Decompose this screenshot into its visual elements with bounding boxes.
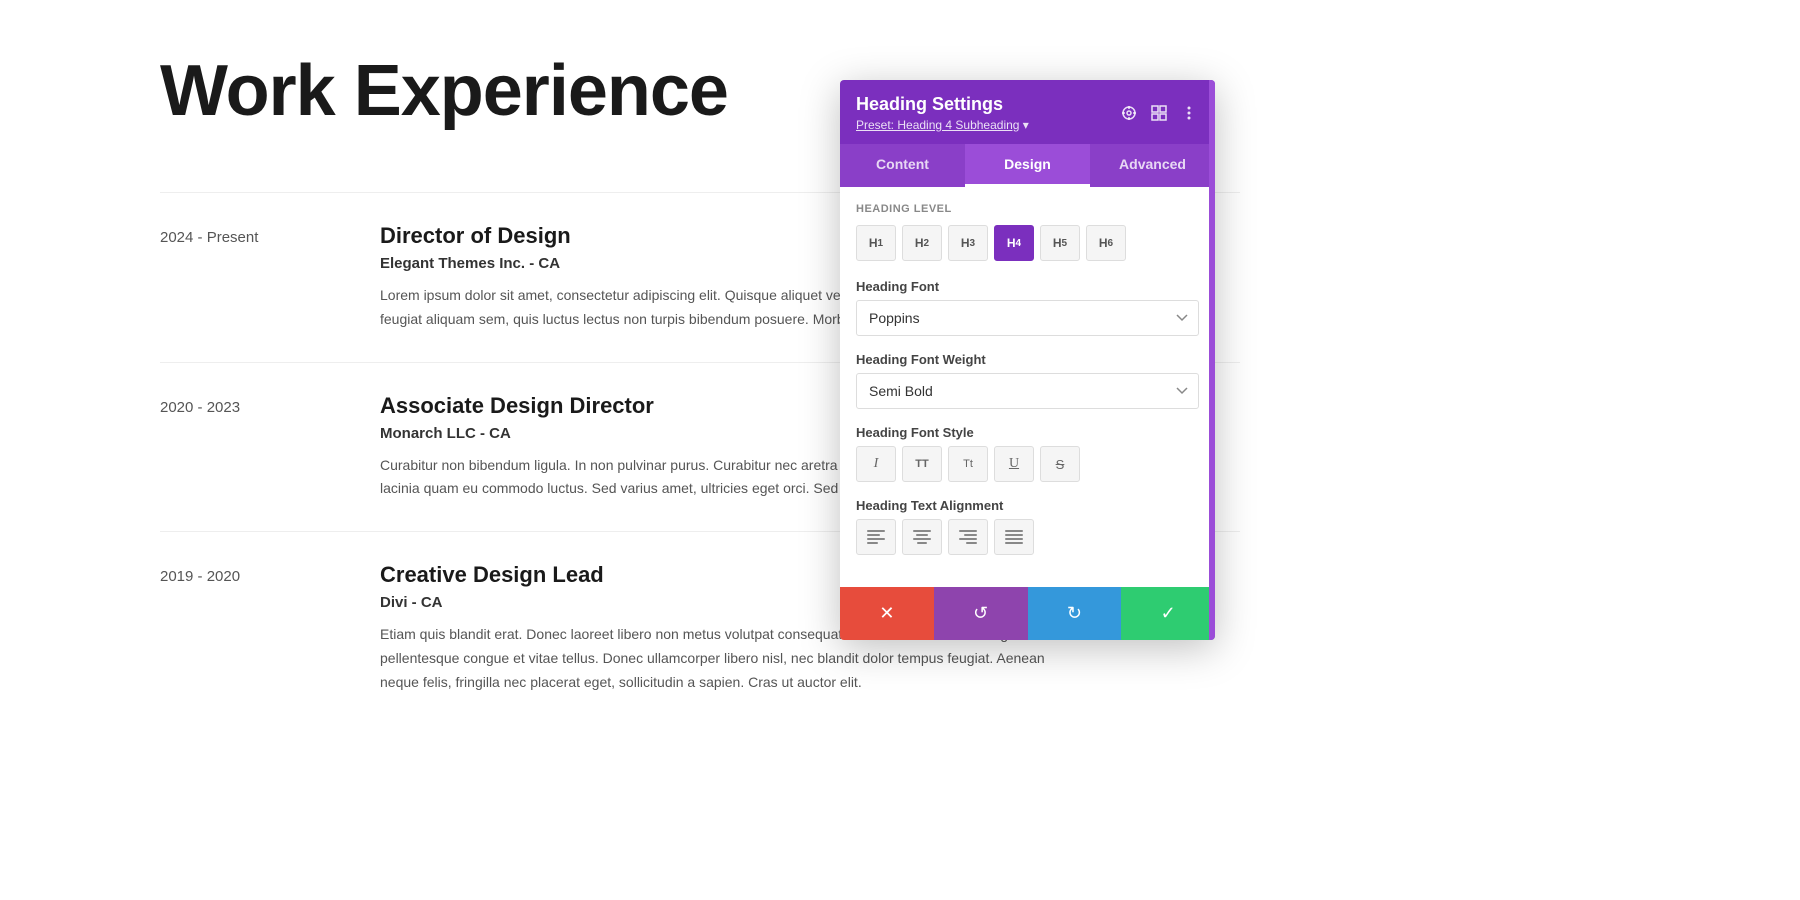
panel-actions: ✕ ↺ ↻ ✓ (840, 587, 1215, 640)
align-buttons-row (856, 519, 1199, 555)
redo-button[interactable]: ↻ (1028, 587, 1122, 640)
heading-level-h4[interactable]: H4 (994, 225, 1034, 261)
more-options-icon[interactable] (1179, 103, 1199, 123)
panel-header-actions (1119, 103, 1199, 123)
style-btn-uppercase[interactable]: Tt (948, 446, 988, 482)
heading-font-weight-label: Heading Font Weight (856, 352, 1199, 367)
panel-preset: Preset: Heading 4 Subheading ▾ (856, 118, 1029, 132)
heading-level-h1[interactable]: H1 (856, 225, 896, 261)
heading-level-label: Heading Level (856, 203, 1199, 215)
redo-icon: ↻ (1067, 603, 1082, 624)
panel-header-left: Heading Settings Preset: Heading 4 Subhe… (856, 94, 1029, 132)
heading-font-weight-select[interactable]: Semi Bold (856, 373, 1199, 409)
tab-advanced[interactable]: Advanced (1090, 144, 1215, 187)
target-icon[interactable] (1119, 103, 1139, 123)
align-btn-justify[interactable] (994, 519, 1034, 555)
heading-text-alignment-group: Heading Text Alignment (856, 498, 1199, 555)
confirm-icon: ✓ (1161, 603, 1176, 624)
panel-title: Heading Settings (856, 94, 1029, 115)
cancel-button[interactable]: ✕ (840, 587, 934, 640)
cancel-icon: ✕ (879, 603, 894, 624)
panel-preset-text[interactable]: Preset: Heading 4 Subheading (856, 118, 1019, 132)
undo-button[interactable]: ↺ (934, 587, 1028, 640)
heading-level-h5[interactable]: H5 (1040, 225, 1080, 261)
work-year: 2020 - 2023 (160, 393, 380, 416)
panel-body: Heading Level H1 H2 H3 H4 H5 H6 Heading … (840, 187, 1215, 587)
style-btn-bold[interactable]: TT (902, 446, 942, 482)
heading-font-style-group: Heading Font Style I TT Tt U S (856, 425, 1199, 482)
heading-level-h6[interactable]: H6 (1086, 225, 1126, 261)
tab-content[interactable]: Content (840, 144, 965, 187)
work-year: 2024 - Present (160, 223, 380, 246)
heading-font-group: Heading Font Poppins (856, 279, 1199, 336)
heading-font-style-label: Heading Font Style (856, 425, 1199, 440)
confirm-button[interactable]: ✓ (1121, 587, 1215, 640)
undo-icon: ↺ (973, 603, 988, 624)
style-btn-strikethrough[interactable]: S (1040, 446, 1080, 482)
heading-settings-panel: Heading Settings Preset: Heading 4 Subhe… (840, 80, 1215, 640)
heading-level-row: H1 H2 H3 H4 H5 H6 (856, 225, 1199, 261)
panel-tabs: Content Design Advanced (840, 144, 1215, 187)
heading-font-label: Heading Font (856, 279, 1199, 294)
heading-level-h2[interactable]: H2 (902, 225, 942, 261)
tab-design[interactable]: Design (965, 144, 1090, 187)
panel-scrollbar[interactable] (1209, 80, 1215, 640)
align-btn-left[interactable] (856, 519, 896, 555)
work-year: 2019 - 2020 (160, 562, 380, 585)
align-btn-right[interactable] (948, 519, 988, 555)
heading-level-h3[interactable]: H3 (948, 225, 988, 261)
align-btn-center[interactable] (902, 519, 942, 555)
heading-text-alignment-label: Heading Text Alignment (856, 498, 1199, 513)
style-btn-underline[interactable]: U (994, 446, 1034, 482)
grid-icon[interactable] (1149, 103, 1169, 123)
heading-level-group: Heading Level H1 H2 H3 H4 H5 H6 (856, 203, 1199, 261)
panel-header: Heading Settings Preset: Heading 4 Subhe… (840, 80, 1215, 144)
heading-font-weight-group: Heading Font Weight Semi Bold (856, 352, 1199, 409)
heading-font-select[interactable]: Poppins (856, 300, 1199, 336)
style-buttons-row: I TT Tt U S (856, 446, 1199, 482)
style-btn-italic[interactable]: I (856, 446, 896, 482)
